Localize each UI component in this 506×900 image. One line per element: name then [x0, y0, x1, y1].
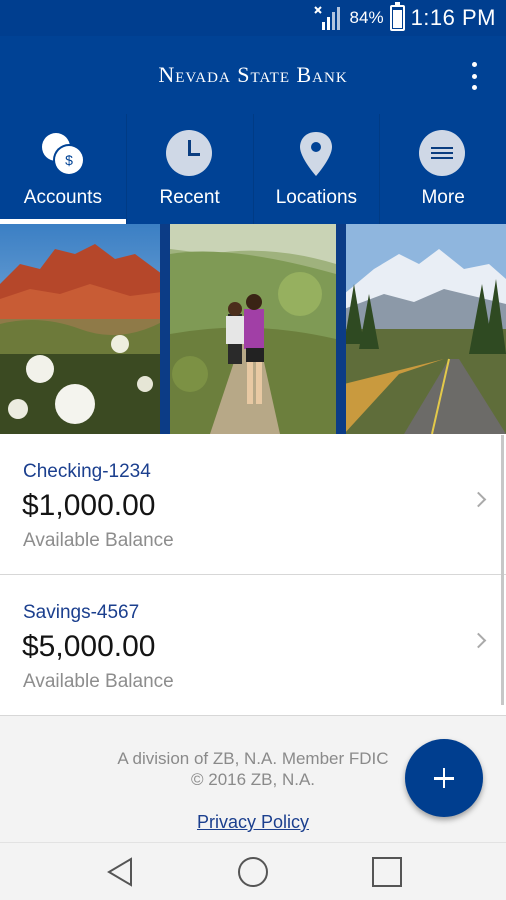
- balance-label: Available Balance: [23, 671, 174, 692]
- tab-more[interactable]: More: [379, 114, 506, 224]
- status-icons: 84% 1:16 PM: [313, 2, 496, 32]
- tab-label: Locations: [275, 187, 358, 208]
- mountain-road-photo: [344, 224, 506, 434]
- account-name: Savings-4567: [23, 602, 140, 623]
- home-circle-icon[interactable]: [238, 857, 268, 887]
- scroll-indicator[interactable]: [501, 435, 504, 705]
- account-row-checking[interactable]: Checking-1234 $1,000.00 Available Balanc…: [0, 434, 506, 575]
- more-vert-icon[interactable]: [464, 62, 484, 90]
- tab-bar: $ Accounts Recent Locations More: [0, 114, 506, 224]
- app-screen: 84% 1:16 PM Nevada State Bank $ Accounts: [0, 0, 506, 900]
- recents-square-icon[interactable]: [372, 857, 402, 887]
- photo-banner: [0, 224, 506, 434]
- tab-label: Recent: [159, 187, 220, 208]
- clock-time: 1:16 PM: [410, 5, 496, 30]
- status-bar: 84% 1:16 PM: [0, 0, 506, 36]
- account-balance: $5,000.00: [22, 630, 156, 663]
- system-nav-bar: [0, 842, 506, 900]
- balance-label: Available Balance: [23, 530, 174, 551]
- menu-icon: [419, 130, 467, 178]
- account-balance: $1,000.00: [22, 489, 156, 522]
- tab-recent[interactable]: Recent: [125, 114, 253, 224]
- signal-icon: [313, 6, 344, 30]
- app-title: Nevada State Bank: [158, 62, 348, 87]
- account-name: Checking-1234: [23, 461, 151, 482]
- app-bar: Nevada State Bank: [0, 36, 506, 114]
- plus-icon[interactable]: [405, 739, 483, 817]
- tab-label: Accounts: [23, 187, 102, 208]
- tab-label: More: [421, 187, 465, 208]
- chevron-right-icon: [470, 491, 487, 508]
- accounts-coins-icon: $: [39, 130, 87, 178]
- privacy-policy-link[interactable]: Privacy Policy: [0, 812, 506, 833]
- location-pin-icon: [292, 130, 340, 178]
- tab-locations[interactable]: Locations: [252, 114, 380, 224]
- chevron-right-icon: [470, 632, 487, 649]
- tab-accounts[interactable]: $ Accounts: [0, 114, 126, 224]
- battery-icon: [389, 2, 405, 31]
- back-triangle-icon[interactable]: [106, 857, 134, 887]
- clock-icon: [165, 130, 214, 178]
- svg-text:$: $: [65, 152, 73, 168]
- battery-percent: 84%: [349, 8, 384, 27]
- desert-flowers-photo: [0, 224, 162, 434]
- account-row-savings[interactable]: Savings-4567 $5,000.00 Available Balance: [0, 575, 506, 716]
- hikers-photo: [170, 224, 336, 434]
